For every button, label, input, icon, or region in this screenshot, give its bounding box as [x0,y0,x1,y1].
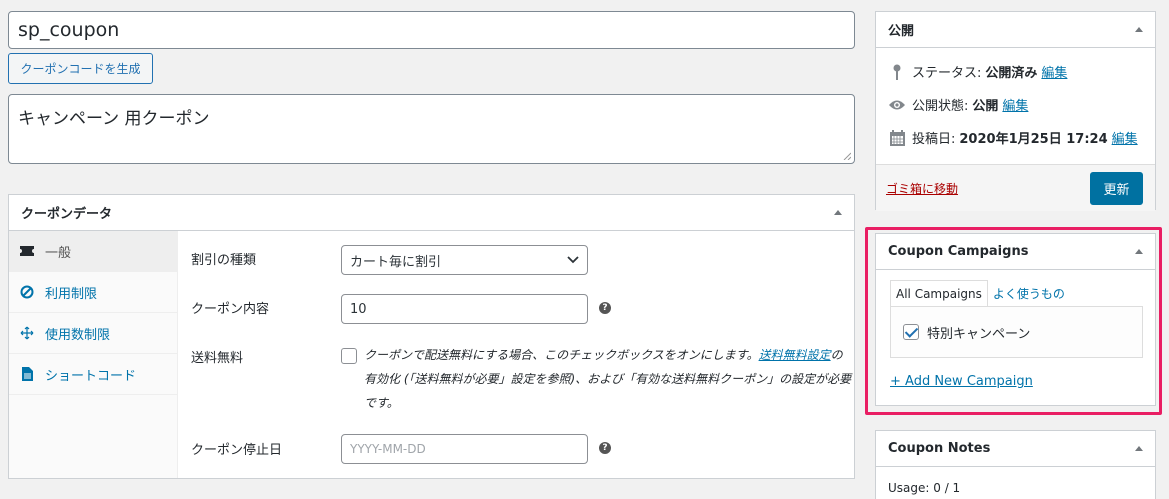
title-input[interactable]: sp_coupon [8,11,855,49]
coupon-amount-label: クーポン内容 [191,302,270,317]
visibility-value: 公開 [972,99,999,114]
publish-header[interactable]: 公開 [876,12,1155,48]
visibility-label: 公開状態: [912,99,969,114]
coupon-data-box: クーポンデータ 一般 利用制限 使用数制限 ショートコード 割引の種類 カート毎… [8,194,855,479]
coupon-amount-input[interactable]: 10 [341,294,588,324]
move-to-trash-link[interactable]: ゴミ箱に移動 [886,180,958,197]
free-shipping-checkbox[interactable] [341,348,357,364]
publish-actions: ゴミ箱に移動 更新 [876,164,1155,211]
tab-label: 使用数制限 [45,327,111,343]
status-row: ステータス: 公開済み 編集 [876,55,1155,88]
coupon-notes-header[interactable]: Coupon Notes [876,431,1155,467]
date-row: 投稿日: 2020年1月25日 17:24 編集 [876,121,1155,154]
free-shipping-label: 送料無料 [191,351,244,366]
discount-type-select[interactable]: カート毎に割引 [341,245,588,275]
chevron-down-icon [567,256,579,264]
expiry-date-label: クーポン停止日 [191,443,283,458]
tab-label: 利用制限 [45,286,98,302]
collapse-arrow-icon[interactable] [834,210,842,215]
usage-text: Usage: 0 / 1 [888,481,961,495]
tab-label: 一般 [45,245,72,261]
coupon-data-header[interactable]: クーポンデータ [9,195,854,231]
visibility-row: 公開状態: 公開 編集 [876,88,1155,121]
description-text: キャンペーン 用クーポン [18,109,210,129]
description-textarea[interactable]: キャンペーン 用クーポン [8,94,855,164]
free-shipping-description: クーポンで配送無料にする場合、このチェックボックスをオンにします。送料無料設定の… [364,343,852,415]
collapse-arrow-icon[interactable] [1135,446,1143,451]
status-label: ステータス: [912,66,982,81]
document-icon [19,367,35,381]
help-icon[interactable]: ? [599,302,611,314]
description-text: クーポンで配送無料にする場合、このチェックボックスをオンにします。 [364,348,759,362]
highlight-frame [865,227,1162,415]
coupon-notes-title: Coupon Notes [888,441,991,456]
tab-shortcode[interactable]: ショートコード [9,354,177,395]
visibility-edit-link[interactable]: 編集 [1002,95,1028,114]
help-icon[interactable]: ? [599,442,611,454]
calendar-icon [888,129,906,146]
coupon-data-title: クーポンデータ [21,207,113,222]
pin-icon [888,64,906,80]
eye-icon [888,99,906,111]
tab-label: ショートコード [45,368,137,384]
resize-grip-icon[interactable] [843,152,851,160]
coupon-notes-box: Coupon Notes Usage: 0 / 1 [875,430,1156,499]
date-edit-link[interactable]: 編集 [1112,128,1138,147]
date-value: 2020年1月25日 17:24 [959,132,1108,147]
coupon-data-tabs: 一般 利用制限 使用数制限 ショートコード [9,231,178,478]
status-edit-link[interactable]: 編集 [1041,62,1067,81]
discount-type-value: カート毎に割引 [350,254,442,270]
tab-general[interactable]: 一般 [9,231,177,272]
free-shipping-settings-link[interactable]: 送料無料設定 [759,348,831,362]
collapse-arrow-icon[interactable] [1135,27,1143,32]
expiry-date-input[interactable]: YYYY-MM-DD [341,434,588,464]
publish-title: 公開 [888,24,915,39]
update-button[interactable]: 更新 [1090,171,1143,205]
publish-box: 公開 ステータス: 公開済み 編集 公開状態: 公開 編集 投稿日: 2020年… [875,11,1156,211]
discount-type-label: 割引の種類 [191,253,257,268]
block-icon [19,285,35,299]
ticket-icon [19,246,35,256]
generate-coupon-code-button[interactable]: クーポンコードを生成 [8,53,153,84]
arrows-icon [19,326,35,340]
status-value: 公開済み [985,66,1038,81]
date-label: 投稿日: [912,132,956,147]
tab-usage-limits[interactable]: 使用数制限 [9,313,177,354]
tab-usage-restriction[interactable]: 利用制限 [9,272,177,313]
